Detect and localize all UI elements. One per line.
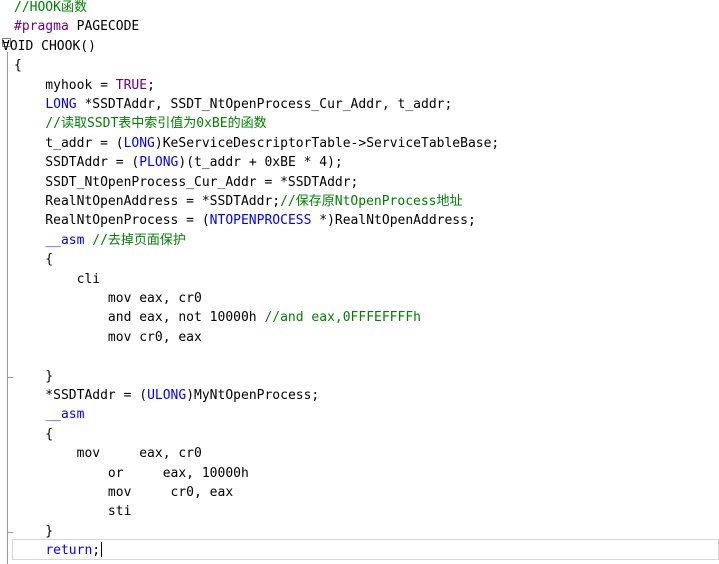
text-caret xyxy=(101,542,103,558)
code-token: *SSDTAddr, SSDT_NtOpenProcess_Cur_Addr, … xyxy=(76,97,453,112)
code-token: ; xyxy=(147,77,155,93)
code-token: or eax, 10000h xyxy=(14,465,249,481)
code-token: mov eax, cr0 xyxy=(14,291,202,306)
code-token: //and eax,0FFFEFFFFh xyxy=(264,310,421,326)
code-token: //读取SSDT表中索引值为0xBE的函数 xyxy=(45,116,267,132)
code-token: sti xyxy=(14,504,132,520)
code-line[interactable]: LONG *SSDTAddr, SSDT_NtOpenProcess_Cur_A… xyxy=(14,95,452,114)
code-line[interactable]: { xyxy=(14,250,53,269)
code-token: __asm xyxy=(45,407,85,423)
code-token: t_addr = ( xyxy=(14,135,124,151)
code-token: SSDT_NtOpenProcess_Cur_Addr = *SSDTAddr; xyxy=(14,174,359,190)
code-token: )MyNtOpenProcess; xyxy=(186,388,320,403)
code-token: //HOOK函数 xyxy=(14,0,87,15)
code-line[interactable]: #pragma PAGECODE xyxy=(14,17,139,36)
code-line[interactable]: { xyxy=(14,425,53,444)
code-token: LONG xyxy=(123,135,155,151)
code-token: mov cr0, eax xyxy=(14,329,202,345)
code-line[interactable]: mov eax, cr0 xyxy=(14,289,202,308)
code-token: { xyxy=(14,426,54,442)
code-line[interactable]: and eax, not 10000h //and eax,0FFFEFFFFh xyxy=(14,308,421,327)
code-token: VOID CHOOK() xyxy=(2,38,96,54)
code-token: *)RealNtOpenAddress; xyxy=(311,213,476,229)
code-line[interactable]: RealNtOpenAddress = *SSDTAddr;//保存原NtOpe… xyxy=(14,192,463,211)
code-token: mov eax, cr0 xyxy=(14,446,202,462)
code-line[interactable]: return; xyxy=(14,541,103,560)
code-line[interactable]: { xyxy=(14,56,22,75)
code-token: __asm xyxy=(45,232,85,248)
code-line[interactable]: *SSDTAddr = (ULONG)MyNtOpenProcess; xyxy=(14,386,319,405)
code-token: ; xyxy=(92,543,101,559)
code-line[interactable]: VOID CHOOK() xyxy=(2,37,96,56)
code-token: #pragma xyxy=(14,19,69,35)
code-line[interactable]: SSDTAddr = (PLONG)(t_addr + 0xBE * 4); xyxy=(14,153,343,172)
code-line[interactable]: RealNtOpenProcess = (NTOPENPROCESS *)Rea… xyxy=(14,211,476,230)
code-line[interactable]: t_addr = (LONG)KeServiceDescriptorTable-… xyxy=(14,134,499,153)
fold-end-marker xyxy=(7,376,13,378)
code-token: cli xyxy=(14,271,101,287)
code-token: and eax, not 10000h xyxy=(14,310,265,326)
code-token: //保存原NtOpenProcess地址 xyxy=(280,194,463,209)
code-token: RealNtOpenProcess = ( xyxy=(14,213,210,229)
code-token: SSDTAddr = ( xyxy=(14,155,140,171)
code-line[interactable]: mov eax, cr0 xyxy=(14,444,202,463)
code-token: PAGECODE xyxy=(68,19,140,35)
code-line[interactable]: SSDT_NtOpenProcess_Cur_Addr = *SSDTAddr; xyxy=(14,173,358,192)
code-token: return xyxy=(45,543,93,559)
code-token: } xyxy=(14,368,54,384)
code-token: { xyxy=(14,58,22,74)
code-line[interactable]: cli xyxy=(14,270,100,289)
code-token: //去掉页面保护 xyxy=(92,232,186,248)
code-token: ULONG xyxy=(147,388,187,403)
code-token: NTOPENPROCESS xyxy=(209,213,312,229)
code-token: TRUE xyxy=(115,77,148,93)
code-token: *SSDTAddr = ( xyxy=(14,388,148,403)
code-line[interactable]: //读取SSDT表中索引值为0xBE的函数 xyxy=(14,114,267,133)
code-token: )(t_addr + 0xBE * 4); xyxy=(178,155,343,171)
code-token: )KeServiceDescriptorTable->ServiceTableB… xyxy=(154,135,500,151)
code-token: LONG xyxy=(45,97,77,112)
code-line[interactable]: sti xyxy=(14,502,132,521)
code-token: RealNtOpenAddress = *SSDTAddr; xyxy=(14,194,281,209)
code-editor[interactable]: //HOOK函数 #pragma PAGECODE VOID CHOOK() { my… xyxy=(0,0,719,564)
code-line[interactable]: __asm xyxy=(14,405,84,424)
code-token: { xyxy=(14,252,54,268)
code-line[interactable]: //HOOK函数 xyxy=(14,0,87,17)
code-token: myhook = xyxy=(14,77,116,93)
code-line[interactable]: mov cr0, eax xyxy=(14,328,202,347)
code-line[interactable]: myhook = TRUE; xyxy=(14,76,155,95)
code-line[interactable]: __asm //去掉页面保护 xyxy=(14,231,186,250)
code-token: PLONG xyxy=(139,155,179,171)
current-line-highlight xyxy=(12,539,719,560)
code-line[interactable]: } xyxy=(14,522,53,541)
fold-end-marker xyxy=(7,531,13,533)
code-token: } xyxy=(14,523,54,539)
code-line[interactable]: mov cr0, eax xyxy=(14,483,233,502)
code-line[interactable]: or eax, 10000h xyxy=(14,464,249,483)
code-token: mov cr0, eax xyxy=(14,485,234,500)
fold-rail xyxy=(7,52,8,564)
code-line[interactable]: } xyxy=(14,367,53,386)
